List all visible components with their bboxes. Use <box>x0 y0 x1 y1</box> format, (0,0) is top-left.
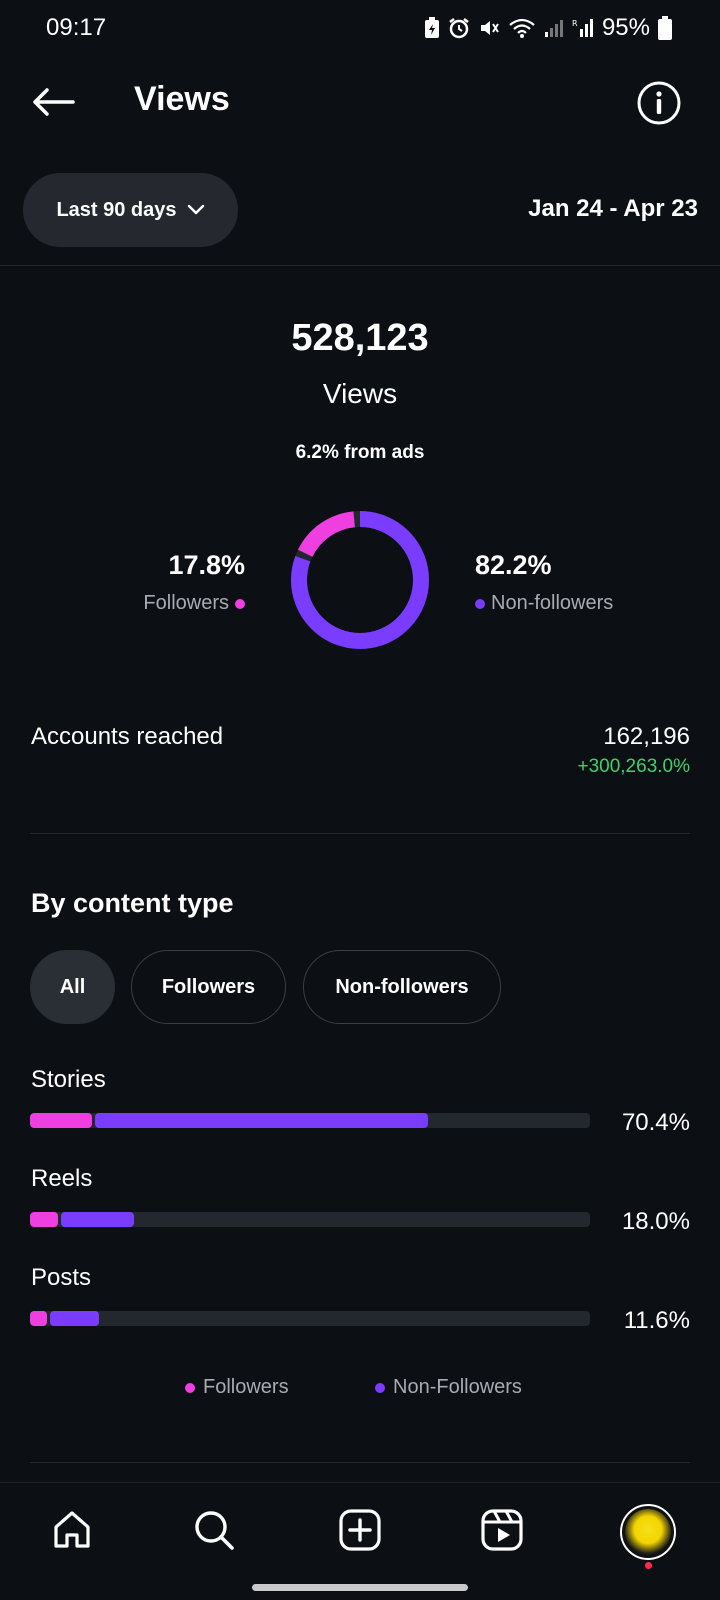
signal-icon: R <box>572 19 593 37</box>
content-type-label: Reels <box>31 1165 93 1192</box>
views-total: 528,123 <box>291 317 429 359</box>
content-type-label: Stories <box>31 1066 106 1093</box>
legend-followers-label: Followers <box>203 1376 289 1398</box>
followers-segment <box>30 1212 58 1227</box>
non-followers-label-row: Non-followers <box>475 592 613 615</box>
accounts-reached-label: Accounts reached <box>31 723 224 750</box>
legend-followers: Followers <box>185 1376 289 1399</box>
nav-search[interactable] <box>184 1500 244 1560</box>
wifi-icon <box>509 18 535 38</box>
battery-icon <box>658 16 672 40</box>
svg-text:R: R <box>572 19 578 28</box>
non-followers-segment <box>95 1113 428 1128</box>
followers-segment <box>30 1113 92 1128</box>
content-type-percentage: 70.4% <box>621 1109 690 1136</box>
status-icons: R 95% <box>424 14 672 42</box>
followers-dot <box>235 598 245 609</box>
info-button[interactable] <box>636 80 682 126</box>
non-followers-label: Non-followers <box>491 592 614 614</box>
home-icon <box>54 1511 90 1548</box>
arrow-left-icon <box>33 88 75 116</box>
chip-followers[interactable]: Followers <box>131 950 286 1024</box>
chip-all[interactable]: All <box>30 950 115 1024</box>
reels-icon <box>481 1509 523 1551</box>
date-range-text: Jan 24 - Apr 23 <box>528 195 698 222</box>
back-button[interactable] <box>26 80 80 124</box>
ads-note: 6.2% from ads <box>295 442 425 463</box>
content-type-label: Posts <box>31 1264 92 1291</box>
status-time: 09:17 <box>46 14 107 41</box>
create-icon <box>339 1509 381 1551</box>
content-type-percentage: 11.6% <box>623 1307 690 1334</box>
nav-create[interactable] <box>330 1500 390 1560</box>
alarm-icon <box>449 18 469 39</box>
battery-level: 95% <box>601 14 650 41</box>
home-indicator[interactable] <box>252 1584 468 1591</box>
divider <box>30 833 690 834</box>
notification-dot <box>645 1562 652 1569</box>
followers-label: Followers <box>143 592 229 614</box>
date-range-dropdown-label: Last 90 days <box>56 198 177 221</box>
divider <box>0 265 720 266</box>
date-range-dropdown[interactable]: Last 90 days <box>23 173 238 247</box>
legend-followers-dot <box>185 1382 195 1393</box>
non-followers-percentage: 82.2% <box>475 550 552 580</box>
nav-reels[interactable] <box>472 1500 532 1560</box>
nav-profile-avatar[interactable] <box>620 1504 676 1560</box>
info-icon <box>637 81 681 125</box>
content-type-percentage: 18.0% <box>621 1208 690 1235</box>
views-label: Views <box>322 378 398 409</box>
followers-label-row: Followers <box>143 592 245 615</box>
content-type-bar <box>30 1311 590 1326</box>
non-followers-dot <box>475 598 485 609</box>
non-followers-segment <box>61 1212 134 1227</box>
followers-percentage: 17.8% <box>168 550 245 580</box>
avatar-image <box>625 1509 671 1555</box>
followers-segment <box>30 1311 47 1326</box>
accounts-reached-change: +300,263.0% <box>577 756 690 777</box>
page-title: Views <box>134 80 230 118</box>
non-followers-segment <box>50 1311 99 1326</box>
legend-non-followers: Non-Followers <box>375 1376 522 1399</box>
battery-saver-icon <box>424 17 439 38</box>
search-icon <box>195 1511 234 1550</box>
legend-non-followers-label: Non-Followers <box>393 1376 522 1398</box>
legend-non-followers-dot <box>375 1382 385 1393</box>
accounts-reached-value: 162,196 <box>603 723 690 750</box>
content-type-bar <box>30 1212 590 1227</box>
nav-home[interactable] <box>42 1500 102 1560</box>
views-donut-chart <box>291 511 429 649</box>
divider <box>30 1462 690 1463</box>
content-type-bar <box>30 1113 590 1128</box>
chevron-down-icon <box>187 204 204 215</box>
mute-icon <box>480 21 499 35</box>
signal-weak-icon <box>544 20 563 37</box>
chip-non-followers[interactable]: Non-followers <box>303 950 501 1024</box>
section-title-content-type: By content type <box>31 888 234 918</box>
